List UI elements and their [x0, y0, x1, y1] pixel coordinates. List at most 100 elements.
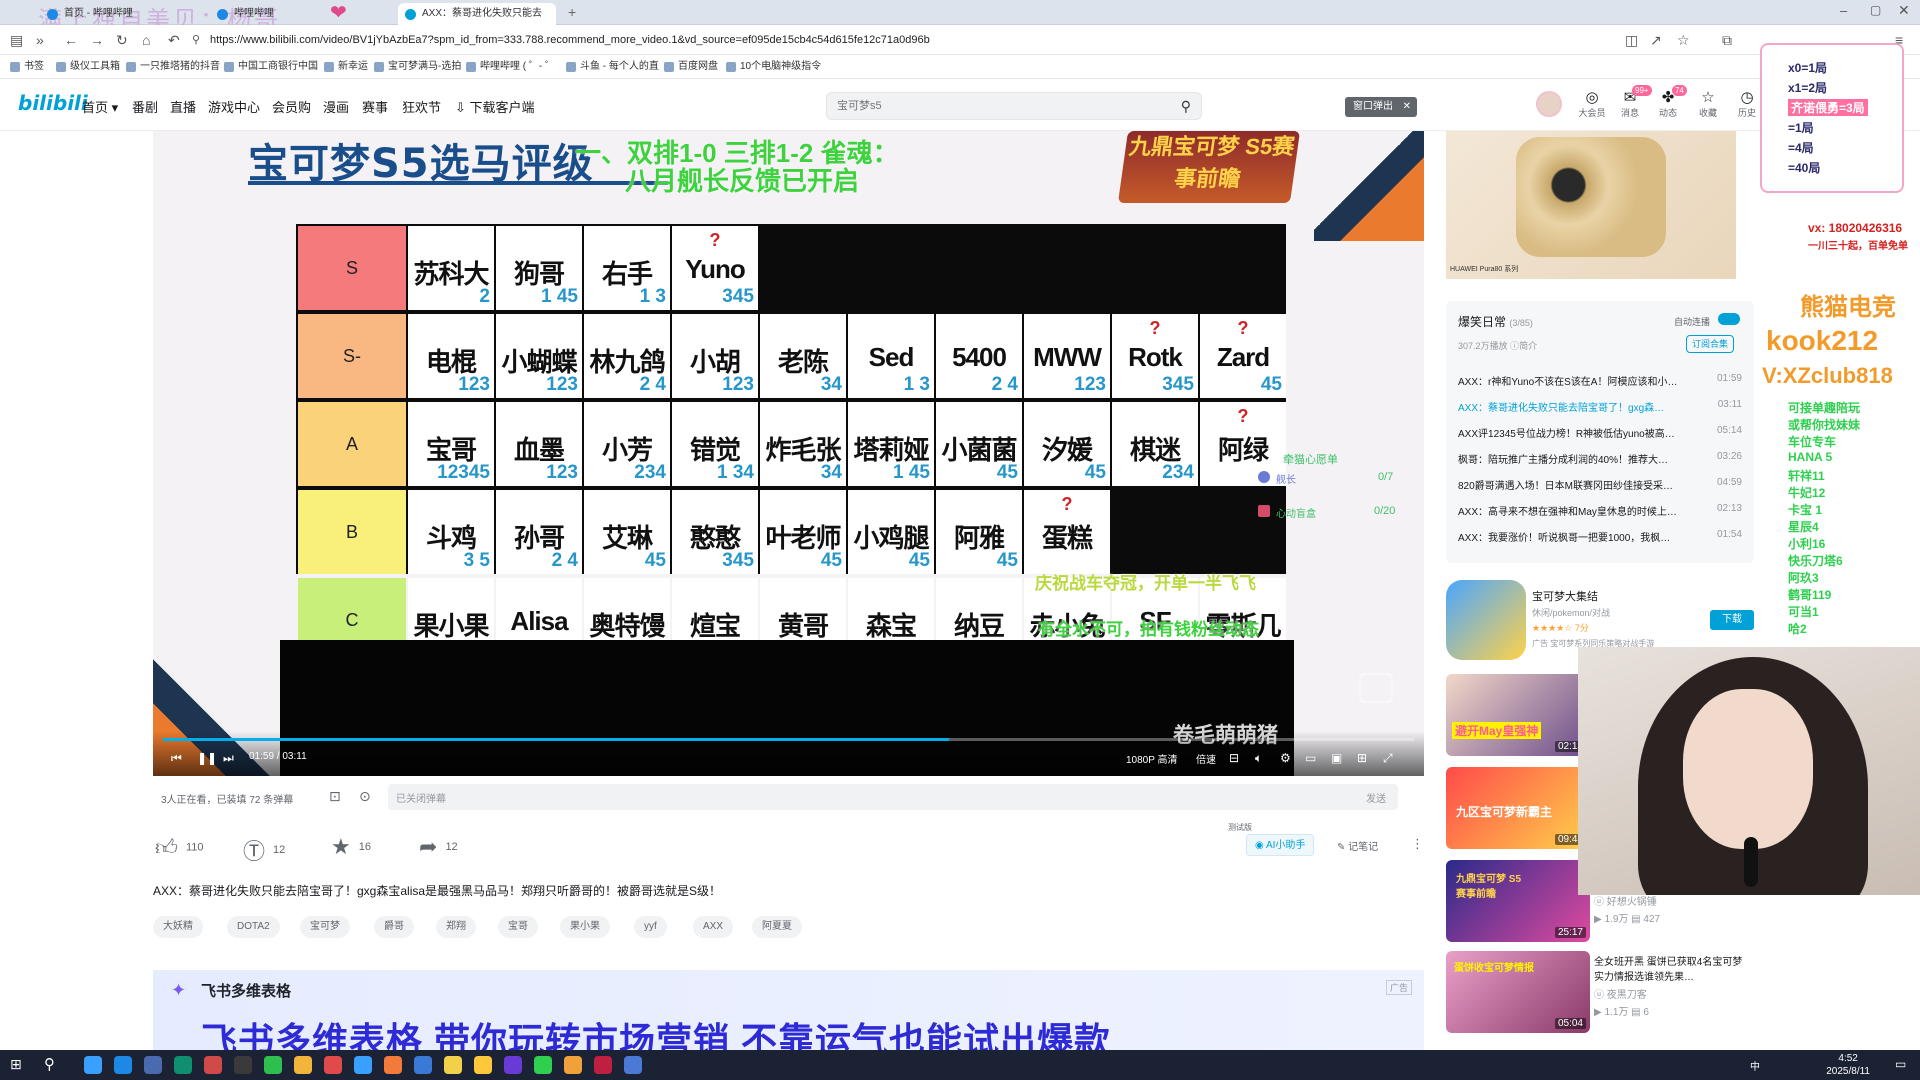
coin-button[interactable]: Ⓣ 12	[243, 834, 285, 866]
popup-window-button[interactable]: 窗口弹出 ✕	[1345, 97, 1417, 117]
bookmark-item[interactable]: 中国工商银行中国	[224, 59, 318, 75]
progress-bar[interactable]	[163, 738, 1414, 741]
video-tag[interactable]: 大妖精	[153, 916, 203, 938]
playlist-item[interactable]: AXX：高寻来不想在强神和May皇休息的时候上… 02:13	[1458, 503, 1748, 518]
bilibili-logo[interactable]: bilibili	[18, 91, 88, 115]
search-input[interactable]	[837, 98, 1157, 114]
taskbar-app-icon[interactable]	[144, 1056, 162, 1074]
browser-tab-home[interactable]: 首页 - 哔哩哔哩	[40, 3, 170, 25]
nav-esports[interactable]: 赛事	[362, 97, 388, 116]
like-button[interactable]: 👍︎ 110	[155, 834, 204, 861]
nav-mall[interactable]: 会员购	[272, 97, 311, 116]
taskbar-app-icon[interactable]	[534, 1056, 552, 1074]
download-button[interactable]: 下载	[1710, 610, 1754, 630]
share-button[interactable]: ➦ 12	[419, 834, 458, 860]
taskbar-app-icon[interactable]	[384, 1056, 402, 1074]
taskbar-app-icon[interactable]	[624, 1056, 642, 1074]
bookmark-item[interactable]: 级仪工具箱	[56, 59, 120, 75]
playlist-item[interactable]: AXX：我要涨价！听说枫哥一把要1000，我枫… 01:54	[1458, 529, 1748, 544]
taskbar-app-icon[interactable]	[234, 1056, 252, 1074]
video-tag[interactable]: 阿夏夏	[752, 916, 802, 938]
browser-tab-2[interactable]: 哔哩哔哩	[210, 3, 340, 25]
taskbar-app-icon[interactable]	[504, 1056, 522, 1074]
header-vip[interactable]: ◎ 大会员	[1574, 89, 1610, 119]
taskbar-app-icon[interactable]	[444, 1056, 462, 1074]
forward-arrow-icon[interactable]: →	[90, 32, 104, 48]
windows-start-icon[interactable]: ⊞	[10, 1056, 22, 1073]
phone-ad[interactable]: HUAWEI Pura80 系列	[1446, 131, 1736, 279]
bookmark-item[interactable]: 斗鱼 - 每个人的直	[566, 59, 659, 75]
pip-icon[interactable]: ▭	[1305, 751, 1316, 765]
sidebar-toggle-icon[interactable]: ▤	[10, 32, 23, 48]
nav-manga[interactable]: 漫画	[323, 97, 349, 116]
bookmark-item[interactable]: 新幸运	[324, 59, 368, 75]
web-fullscreen-icon[interactable]: ⊞	[1357, 751, 1367, 765]
bookmark-item[interactable]: 哔哩哔哩 ( ゜- ゜	[466, 59, 555, 75]
subtitle-icon[interactable]: ⊟	[1229, 751, 1239, 765]
taskbar-app-icon[interactable]	[564, 1056, 582, 1074]
ime-indicator[interactable]: 中	[1750, 1058, 1760, 1073]
taskbar-app-icon[interactable]	[594, 1056, 612, 1074]
star-icon[interactable]: ☆	[1677, 32, 1690, 48]
back-arrow-icon[interactable]: ←	[64, 32, 78, 48]
video-tag[interactable]: 郑翔	[436, 916, 476, 938]
close-icon[interactable]: ✕	[1403, 97, 1411, 117]
video-tag[interactable]: AXX	[693, 916, 734, 938]
autoplay-toggle[interactable]	[1718, 313, 1740, 325]
playlist-item[interactable]: AXX评12345号位战力榜！R神被低估yuno被高… 05:14	[1458, 425, 1748, 440]
taskbar-app-icon[interactable]	[204, 1056, 222, 1074]
related-video-thumb[interactable]: 蛋饼收宝可梦情报 05:04	[1446, 951, 1590, 1033]
taskbar-app-icon[interactable]	[174, 1056, 192, 1074]
quality-selector[interactable]: 1080P 高清	[1126, 751, 1178, 766]
share-icon[interactable]: ↗	[1650, 32, 1662, 48]
playlist-item[interactable]: 820爵哥满遇入场！日本M联赛冈田纱佳接受采… 04:59	[1458, 477, 1748, 492]
undo-icon[interactable]: ↶	[168, 32, 180, 48]
widescreen-icon[interactable]: ▣	[1331, 751, 1342, 765]
video-tag[interactable]: yyf	[634, 916, 667, 938]
settings-gear-icon[interactable]: ⚙	[1280, 751, 1291, 765]
taskbar-app-icon[interactable]	[264, 1056, 282, 1074]
related-video-thumb[interactable]: 九区宝可梦新霸主 09:45	[1446, 767, 1590, 849]
reader-icon[interactable]: ◫	[1625, 32, 1638, 48]
browser-tab-active[interactable]: AXX：蔡哥进化失败只能去	[398, 3, 556, 25]
avatar[interactable]	[1536, 91, 1562, 117]
speed-selector[interactable]: 倍速	[1196, 751, 1216, 766]
taskbar-app-icon[interactable]	[474, 1056, 492, 1074]
video-tag[interactable]: 爵哥	[374, 916, 414, 938]
prev-icon[interactable]: ⏮	[171, 751, 182, 766]
related-video-thumb[interactable]: 避开May皇强神 02:13	[1446, 674, 1590, 756]
danmaku-input[interactable]: 已关闭弹幕 发送	[388, 784, 1398, 810]
notes-button[interactable]: ✎ 记笔记	[1337, 838, 1378, 853]
url-field[interactable]: https://www.bilibili.com/video/BV1jYbAzb…	[210, 30, 1590, 50]
danmaku-toggle-icon[interactable]: ⊡	[329, 788, 341, 805]
home-icon[interactable]: ⌂	[142, 32, 150, 48]
playlist-item[interactable]: AXX：r神和Yuno不该在S该在A！阿模应该和小… 01:59	[1458, 373, 1748, 388]
new-tab-icon[interactable]: +	[568, 4, 576, 20]
related-video-thumb[interactable]: 九鼎宝可梦 S5赛事前瞻 25:17	[1446, 860, 1590, 942]
video-tag[interactable]: DOTA2	[227, 916, 280, 938]
favorite-button[interactable]: ★ 16	[331, 834, 371, 860]
clock[interactable]: 4:52 2025/8/11	[1826, 1052, 1870, 1078]
chevron-right-icon[interactable]: »	[36, 32, 44, 48]
ad-banner[interactable]: ✦ 飞书多维表格 飞书多维表格 带你玩转市场营销 不靠运气也能试出爆款 广告	[153, 970, 1424, 1056]
playlist-item[interactable]: AXX：蔡哥进化失败只能去陪宝哥了！gxg森… 03:11	[1458, 399, 1748, 414]
extensions-icon[interactable]: ⧉	[1722, 32, 1732, 48]
search-icon[interactable]: ⚲	[44, 1055, 55, 1073]
taskbar-app-icon[interactable]	[414, 1056, 432, 1074]
search-icon[interactable]: ⚲	[1181, 98, 1191, 115]
video-tag[interactable]: 宝哥	[498, 916, 538, 938]
nav-anime[interactable]: 番剧	[132, 97, 158, 116]
taskbar-app-icon[interactable]	[84, 1056, 102, 1074]
volume-icon[interactable]: 🔈︎	[1255, 751, 1262, 766]
taskbar-app-icon[interactable]	[354, 1056, 372, 1074]
reload-icon[interactable]: ↻	[116, 32, 128, 48]
fullscreen-icon[interactable]: ⤢	[1383, 751, 1393, 766]
nav-download[interactable]: ⇩ 下载客户端	[455, 97, 535, 116]
taskbar-app-icon[interactable]	[114, 1056, 132, 1074]
bookmark-item[interactable]: 宝可梦满马-选拍	[374, 59, 461, 75]
nav-festival[interactable]: 狂欢节	[402, 97, 441, 116]
ai-assistant-button[interactable]: ◉ AI小助手	[1246, 834, 1315, 856]
bookmark-item[interactable]: 百度网盘	[664, 59, 718, 75]
related-video-title[interactable]: 全女班开黑 蛋饼已获取4名宝可梦实力情报选谁领先果…	[1594, 953, 1744, 983]
playlist-item[interactable]: 枫哥：陪玩推广主播分成利润的40%！推荐大… 03:26	[1458, 451, 1748, 466]
